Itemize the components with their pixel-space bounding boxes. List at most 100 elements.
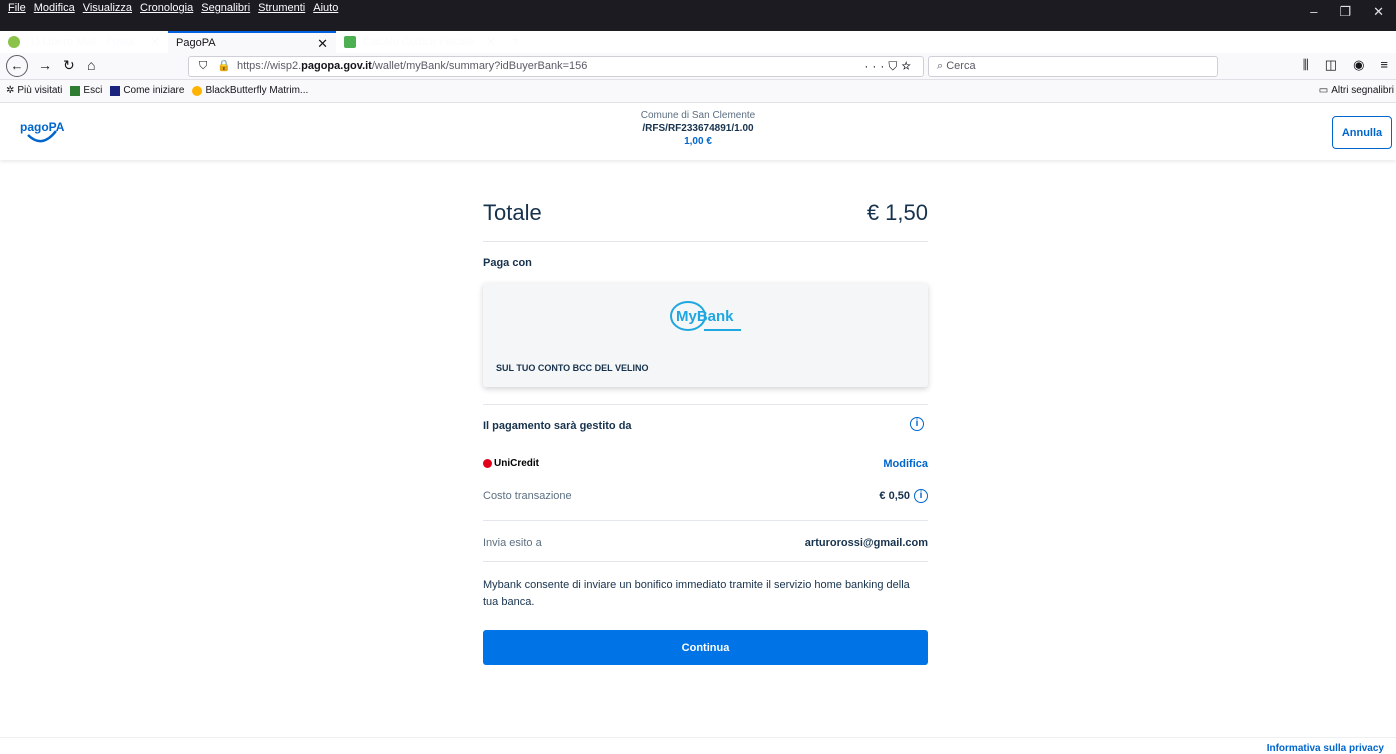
search-icon: ⌕: [937, 60, 944, 72]
home-icon[interactable]: ⌂: [87, 57, 95, 73]
divider: [483, 404, 928, 405]
creditor-name: Comune di San Clemente: [640, 110, 756, 121]
reload-icon[interactable]: ↻: [63, 57, 75, 74]
close-tab-icon[interactable]: ✕: [485, 34, 496, 50]
sidebar-icon[interactable]: ◫: [1325, 57, 1337, 73]
url-host: pagopa.gov.it: [301, 60, 372, 72]
method-description: Mybank consente di inviare un bonifico i…: [483, 579, 910, 608]
menu-cronologia[interactable]: Cronologia: [140, 0, 193, 16]
tab-title: (1) Libero Mail - Posta: [26, 36, 135, 48]
more-actions-icon[interactable]: ···: [864, 59, 888, 73]
bookmark-label: Più visitati: [17, 85, 63, 96]
bookmark-label: Esci: [83, 85, 103, 96]
bookmarks-toolbar: ✲ Più visitati Esci Come iniziare BlackBu…: [0, 80, 1396, 103]
bookmark-list: ✲ Più visitati Esci Come iniziare BlackBu…: [6, 85, 308, 96]
pay-with-label: Paga con: [483, 257, 532, 269]
menu-file[interactable]: File: [8, 0, 26, 16]
continue-button[interactable]: Continua: [483, 630, 928, 665]
tab-title: Calcolo Codice Fiscale: [362, 36, 474, 48]
info-icon[interactable]: i: [910, 417, 924, 431]
unicredit-logo: UniCredit: [483, 458, 539, 469]
notice-code: /RFS/RF233674891/1.00: [642, 123, 754, 134]
pocket-icon[interactable]: ⛉: [888, 59, 901, 73]
hamburger-menu-icon[interactable]: ≡: [1380, 57, 1388, 73]
menu-strumenti[interactable]: Strumenti: [258, 0, 305, 16]
payment-method-card[interactable]: MyBank SUL TUO CONTO BCC DEL VELINO: [483, 283, 928, 387]
new-tab-icon[interactable]: +: [504, 31, 526, 53]
page-actions: ···⛉☆: [864, 57, 915, 76]
back-icon[interactable]: ←: [6, 55, 28, 77]
bookmark-piu-visitati[interactable]: ✲ Più visitati: [6, 85, 62, 96]
menu-aiuto[interactable]: Aiuto: [313, 0, 338, 16]
info-icon[interactable]: i: [914, 489, 928, 503]
menu-visualizza[interactable]: Visualizza: [83, 0, 132, 16]
close-tab-icon[interactable]: ✕: [317, 36, 328, 52]
divider: [483, 561, 928, 562]
total-label: Totale: [483, 200, 542, 225]
search-placeholder: Cerca: [946, 60, 976, 72]
libero-favicon-icon: [8, 36, 20, 48]
tab-pagopa[interactable]: PagoPA ✕: [168, 31, 336, 53]
edit-psp-link[interactable]: Modifica: [883, 458, 928, 470]
total-row: Totale € 1,50: [483, 200, 928, 226]
account-icon[interactable]: ◉: [1353, 57, 1364, 73]
cost-label: Costo transazione: [483, 490, 572, 502]
payment-notice-info: Comune di San Clemente /RFS/RF233674891/…: [0, 109, 1396, 148]
restore-icon[interactable]: ❐: [1339, 4, 1351, 20]
url-prefix: https://wisp2.: [236, 60, 302, 72]
managed-by-row: Il pagamento sarà gestito da i: [483, 417, 928, 432]
bookmark-come-iniziare[interactable]: Come iniziare: [110, 85, 184, 96]
bookmark-label: BlackButterfly Matrim...: [205, 85, 309, 96]
divider: [483, 520, 928, 521]
bookmark-favicon-icon: [70, 85, 81, 96]
navigation-toolbar: ← → ↻ ⌂ ⛉ 🔒 https://wisp2. pagopa.gov.it /…: [0, 53, 1396, 80]
tab-strip: (1) Libero Mail - Posta ✕ PagoPA ✕ Calco…: [0, 31, 526, 53]
lock-icon[interactable]: 🔒: [217, 57, 231, 76]
send-receipt-row: Invia esito a arturorossi@gmail.com: [483, 537, 928, 549]
transaction-cost-row: Costo transazione € 0,50 i: [483, 489, 928, 503]
bookmark-label: Come iniziare: [123, 85, 185, 96]
gear-icon: ✲: [6, 85, 15, 96]
psp-row: UniCredit Modifica: [483, 456, 928, 472]
library-icon[interactable]: ⫼: [1303, 57, 1309, 73]
bookmark-esci[interactable]: Esci: [70, 85, 102, 96]
notice-amount: 1,00 €: [684, 136, 712, 147]
url-path: /wallet/myBank/summary?idBuyerBank=156: [371, 60, 588, 72]
minimize-icon[interactable]: –: [1310, 4, 1317, 20]
shield-icon[interactable]: ⛉: [199, 57, 207, 76]
send-to-label: Invia esito a: [483, 537, 542, 549]
logo-text: MyBank: [676, 308, 734, 325]
bookmark-favicon-icon: [192, 85, 203, 96]
email-value: arturorossi@gmail.com: [804, 537, 928, 549]
bookmark-star-icon[interactable]: ☆: [901, 59, 915, 73]
other-bookmarks-label: Altri segnalibri: [1331, 85, 1394, 96]
total-value: € 1,50: [866, 200, 928, 225]
psp-name: UniCredit: [494, 458, 539, 469]
menu-modifica[interactable]: Modifica: [34, 0, 75, 16]
close-window-icon[interactable]: ✕: [1373, 4, 1384, 20]
page-header: pagoPA Comune di San Clemente /RFS/RF233…: [0, 103, 1396, 160]
search-input[interactable]: ⌕ Cerca: [928, 56, 1218, 77]
toolbar-right: ⫼ ◫ ◉ ≡: [1303, 57, 1388, 73]
menu-segnalibri[interactable]: Segnalibri: [201, 0, 250, 16]
folder-favicon-icon: [344, 36, 356, 48]
window-controls: – ❐ ✕: [1310, 4, 1396, 20]
tab-libero-mail[interactable]: (1) Libero Mail - Posta ✕: [0, 31, 168, 53]
privacy-link[interactable]: Informativa sulla privacy: [1267, 743, 1384, 754]
forward-icon[interactable]: →: [38, 57, 52, 73]
browser-menubar: File Modifica Visualizza Cronologia Segn…: [0, 0, 1396, 31]
folder-icon: ▭: [1318, 85, 1329, 96]
cost-value: € 0,50: [879, 490, 910, 502]
page-footer: Informativa sulla privacy: [0, 737, 1396, 754]
tab-codice-fiscale[interactable]: Calcolo Codice Fiscale ✕: [336, 31, 504, 53]
payment-method-label: SUL TUO CONTO BCC DEL VELINO: [496, 363, 649, 373]
url-bar[interactable]: ⛉ 🔒 https://wisp2. pagopa.gov.it/wallet/m…: [188, 56, 924, 77]
menu-list: File Modifica Visualizza Cronologia Segn…: [8, 0, 338, 16]
bookmark-favicon-icon: [110, 85, 121, 96]
managed-by-label: Il pagamento sarà gestito da: [483, 420, 632, 432]
bookmark-blackbutterfly[interactable]: BlackButterfly Matrim...: [192, 85, 308, 96]
divider: [483, 241, 928, 242]
cancel-button[interactable]: Annulla: [1332, 116, 1392, 149]
other-bookmarks[interactable]: ▭ Altri segnalibri: [1319, 85, 1394, 96]
close-tab-icon[interactable]: ✕: [149, 34, 160, 50]
